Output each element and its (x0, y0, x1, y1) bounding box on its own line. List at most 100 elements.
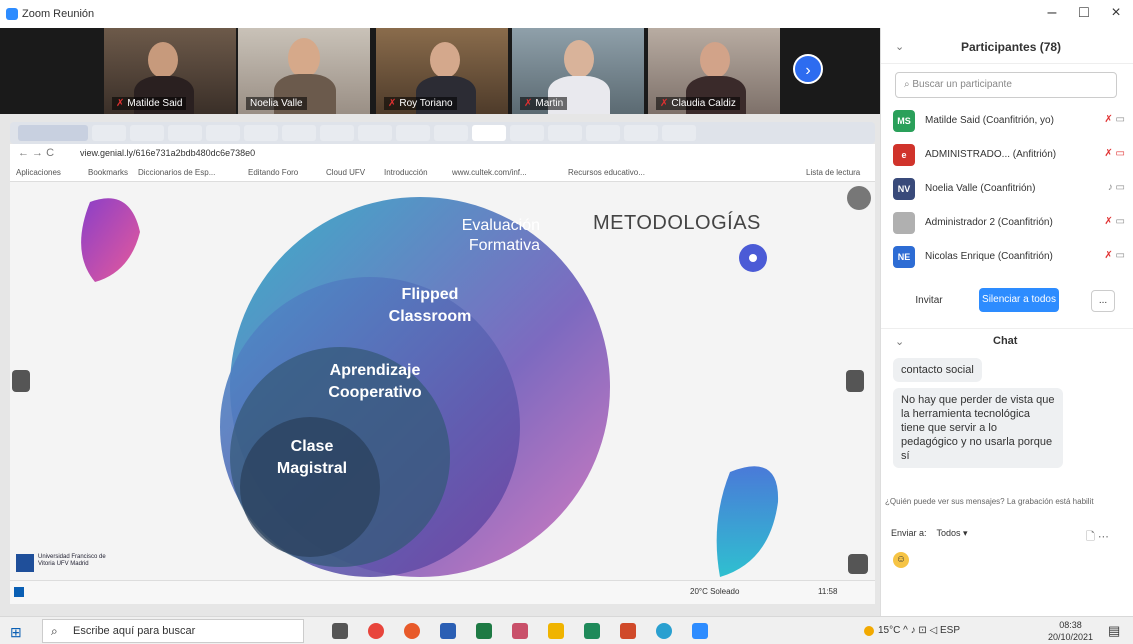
minimize-button[interactable]: – (1040, 4, 1064, 22)
home-icon[interactable] (847, 186, 871, 210)
bookmark-item[interactable]: Aplicaciones (16, 168, 61, 177)
notifications-icon[interactable]: ▤ (1108, 623, 1120, 639)
participant-row[interactable]: Administrador 2 (Coanfitrión) ✗ ▭ (893, 208, 1129, 240)
more-options-icon[interactable] (848, 554, 868, 574)
browser-tab[interactable] (130, 125, 164, 141)
participant-row[interactable]: NV Noelia Valle (Coanfitrión) ♪ ▭ (893, 174, 1129, 206)
participant-name: Matilde Said (Coanfitrión, yo) (925, 115, 1054, 126)
system-tray: 15°C ^ ♪ ⊡ ◁ ESP (878, 625, 961, 636)
start-icon[interactable] (14, 587, 24, 597)
send-to-dropdown[interactable]: Todos ▾ (937, 528, 968, 538)
chat-title: Chat (993, 335, 1018, 347)
bookmark-item[interactable]: Editando Foro (248, 168, 298, 177)
browser-tab[interactable] (244, 125, 278, 141)
muted-mic-icon: ✗ (524, 98, 533, 109)
browser-tab[interactable] (358, 125, 392, 141)
weather-icon (864, 626, 874, 636)
bookmark-item[interactable]: Recursos educativo... (568, 168, 645, 177)
video-tile[interactable]: ✗ Claudia Caldiz (648, 28, 780, 114)
browser-tab[interactable] (624, 125, 658, 141)
participant-status-icons: ✗ ▭ (1104, 114, 1125, 125)
participant-row[interactable]: e ADMINISTRADO... (Anfitrión) ✗ ▭ (893, 140, 1129, 172)
participant-search-input[interactable]: ⌕ Buscar un participante (895, 72, 1117, 98)
excel-icon[interactable] (476, 623, 492, 639)
video-tile[interactable]: ✗ Martin (512, 28, 644, 114)
edge-icon[interactable] (656, 623, 672, 639)
chrome-icon[interactable] (368, 623, 384, 639)
app-icon[interactable] (584, 623, 600, 639)
browser-icon[interactable] (404, 623, 420, 639)
browser-tab-active[interactable] (472, 125, 506, 141)
browser-tab[interactable] (548, 125, 582, 141)
chat-header: ⌄ Chat (881, 328, 1133, 352)
emoji-icon[interactable]: ☺ (893, 552, 909, 568)
bookmark-item[interactable]: Diccionarios de Esp... (138, 168, 215, 177)
zoom-logo-icon (6, 8, 18, 20)
bookmark-item[interactable]: Introducción (384, 168, 428, 177)
word-icon[interactable] (440, 623, 456, 639)
decorative-blob (81, 198, 140, 282)
maximize-button[interactable]: □ (1072, 4, 1096, 22)
bookmark-item[interactable]: Cloud UFV (326, 168, 365, 177)
mute-all-button[interactable]: Silenciar a todos (979, 288, 1059, 312)
nav-arrows-icon[interactable]: ← → C (18, 147, 54, 159)
prev-slide-arrow-icon[interactable] (12, 370, 30, 392)
window-title: Zoom Reunión (22, 8, 95, 20)
presentation-slide: METODOLOGÍAS Evaluación Formativa Flippe… (10, 182, 875, 580)
ufv-logo-icon (16, 554, 34, 572)
participants-title: Participantes (78) (961, 40, 1062, 54)
avatar: NV (893, 178, 915, 200)
close-button[interactable]: × (1104, 4, 1128, 22)
browser-tab[interactable] (586, 125, 620, 141)
ufv-logo: Universidad Francisco de Vitoria UFV Mad… (16, 554, 106, 572)
file-icon[interactable]: 🗋 ⋯ (1086, 528, 1109, 547)
send-to-selector[interactable]: Enviar a: Todos ▾ (891, 528, 968, 539)
video-tile[interactable]: ✗ Roy Toriano (376, 28, 508, 114)
slide-title: METODOLOGÍAS (593, 212, 761, 234)
next-slide-arrow-icon[interactable] (846, 370, 864, 392)
participant-status-icons: ✗ ▭ (1104, 250, 1125, 261)
powerpoint-icon[interactable] (620, 623, 636, 639)
browser-tab[interactable] (206, 125, 240, 141)
invite-button[interactable]: Invitar (907, 290, 951, 312)
browser-tab[interactable] (396, 125, 430, 141)
participant-row[interactable]: MS Matilde Said (Coanfitrión, yo) ✗ ▭ (893, 106, 1129, 138)
app-icon[interactable] (512, 623, 528, 639)
video-tile[interactable]: Noelia Valle (238, 28, 370, 114)
browser-tab[interactable] (510, 125, 544, 141)
taskbar-clock[interactable]: 08:38 20/10/2021 (1048, 619, 1093, 643)
chat-message: No hay que perder de vista que la herram… (893, 388, 1063, 468)
browser-tab[interactable] (18, 125, 88, 141)
browser-tab-bar (10, 122, 875, 144)
windows-taskbar: ⊞ ⌕ Escribe aquí para buscar 15°C ^ ♪ ⊡ … (0, 616, 1133, 644)
windows-start-icon[interactable]: ⊞ (10, 624, 22, 641)
avatar (893, 212, 915, 234)
browser-tab[interactable] (92, 125, 126, 141)
browser-tab[interactable] (434, 125, 468, 141)
zoom-icon[interactable] (692, 623, 708, 639)
bookmark-item[interactable]: www.cultek.com/inf... (452, 168, 527, 177)
bookmark-item[interactable]: Lista de lectura (806, 168, 860, 177)
browser-tab[interactable] (282, 125, 316, 141)
video-name-tag: ✗ Claudia Caldiz (656, 97, 740, 110)
browser-tab[interactable] (662, 125, 696, 141)
task-view-icon[interactable] (332, 623, 348, 639)
participant-face (564, 40, 594, 78)
label-aprendizaje: Aprendizaje Cooperativo (328, 362, 422, 401)
participant-row[interactable]: NE Nicolas Enrique (Coanfitrión) ✗ ▭ (893, 242, 1129, 274)
more-options-button[interactable]: ... (1091, 290, 1115, 312)
collapse-chevron-icon[interactable]: ⌄ (895, 335, 904, 348)
browser-tab[interactable] (320, 125, 354, 141)
participants-header: ⌄ Participantes (78) (881, 28, 1133, 64)
bookmark-item[interactable]: Bookmarks (88, 168, 128, 177)
video-tile[interactable]: ✗ Matilde Said (104, 28, 236, 114)
video-name-tag: ✗ Matilde Said (112, 97, 187, 110)
muted-mic-icon: ✗ (660, 98, 669, 109)
collapse-chevron-icon[interactable]: ⌄ (895, 40, 904, 53)
participant-name: Noelia Valle (Coanfitrión) (925, 183, 1036, 194)
next-videos-arrow-icon[interactable]: › (793, 54, 823, 84)
taskbar-search-input[interactable]: ⌕ Escribe aquí para buscar (42, 619, 304, 643)
browser-tab[interactable] (168, 125, 202, 141)
explorer-icon[interactable] (548, 623, 564, 639)
url-field[interactable]: view.genial.ly/616e731a2bdb480dc6e738e0 (80, 148, 255, 158)
